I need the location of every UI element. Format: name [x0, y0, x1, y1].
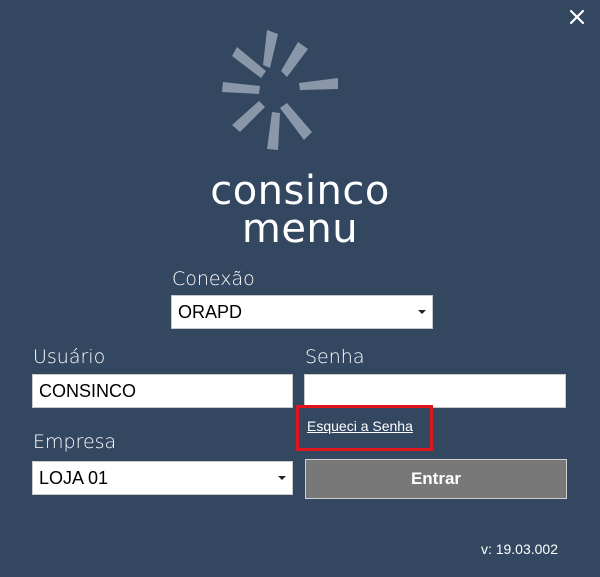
brand-subtitle: menu	[241, 206, 359, 252]
conexao-select[interactable]: ORAPD	[171, 295, 433, 329]
conexao-label: Conexão	[172, 268, 255, 290]
senha-label: Senha	[305, 346, 365, 368]
conexao-value: ORAPD	[178, 302, 243, 322]
usuario-value: CONSINCO	[39, 381, 137, 401]
empresa-select[interactable]: LOJA 01	[32, 461, 293, 495]
senha-input[interactable]	[304, 374, 566, 408]
version-label: v: 19.03.002	[480, 541, 558, 557]
forgot-password-link[interactable]: Esqueci a Senha	[307, 418, 413, 434]
usuario-label: Usuário	[33, 346, 106, 368]
sunburst-logo-icon	[222, 30, 338, 150]
close-icon	[569, 9, 585, 25]
chevron-down-icon[interactable]	[412, 296, 432, 328]
chevron-down-icon[interactable]	[272, 462, 292, 494]
enter-button[interactable]: Entrar	[305, 459, 567, 499]
empresa-label: Empresa	[33, 431, 117, 453]
usuario-input[interactable]: CONSINCO	[32, 374, 293, 408]
close-button[interactable]	[566, 6, 588, 28]
empresa-value: LOJA 01	[39, 468, 109, 488]
